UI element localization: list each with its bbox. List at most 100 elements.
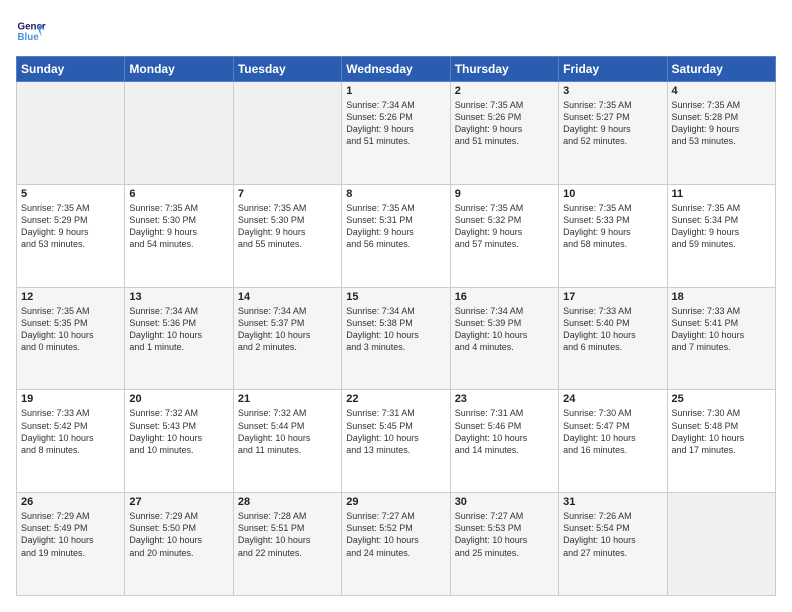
calendar-cell: 5 Sunrise: 7:35 AM Sunset: 5:29 PM Daylig… (17, 184, 125, 287)
day-number: 23 (455, 393, 554, 405)
day-number: 31 (563, 496, 662, 508)
weekday-header-friday: Friday (559, 57, 667, 82)
day-info: Sunrise: 7:35 AM Sunset: 5:27 PM Dayligh… (563, 99, 662, 148)
day-info: Sunrise: 7:34 AM Sunset: 5:36 PM Dayligh… (129, 305, 228, 354)
day-number: 30 (455, 496, 554, 508)
calendar-cell (233, 82, 341, 185)
day-info: Sunrise: 7:27 AM Sunset: 5:52 PM Dayligh… (346, 510, 445, 559)
calendar-cell: 22Sunrise: 7:31 AM Sunset: 5:45 PM Dayli… (342, 390, 450, 493)
calendar-cell: 7Sunrise: 7:35 AM Sunset: 5:30 PM Daylig… (233, 184, 341, 287)
calendar-cell: 1 Sunrise: 7:34 AM Sunset: 5:26 PM Daylig… (342, 82, 450, 185)
calendar-cell: 20 Sunrise: 7:32 AM Sunset: 5:43 PM Dayli… (125, 390, 233, 493)
week-row-3: 12 Sunrise: 7:35 AM Sunset: 5:35 PM Dayli… (17, 287, 776, 390)
calendar-cell: 28 Sunrise: 7:28 AM Sunset: 5:51 PM Dayli… (233, 493, 341, 596)
day-info: Sunrise: 7:35 AM Sunset: 5:33 PM Dayligh… (563, 202, 662, 251)
weekday-header-row: SundayMondayTuesdayWednesdayThursdayFrid… (17, 57, 776, 82)
calendar-cell: 10 Sunrise: 7:35 AM Sunset: 5:33 PM Dayli… (559, 184, 667, 287)
day-number: 17 (563, 291, 662, 303)
calendar-cell: 29Sunrise: 7:27 AM Sunset: 5:52 PM Dayli… (342, 493, 450, 596)
day-info: Sunrise: 7:31 AM Sunset: 5:46 PM Dayligh… (455, 407, 554, 456)
day-number: 20 (129, 393, 228, 405)
calendar-cell: 3Sunrise: 7:35 AM Sunset: 5:27 PM Daylig… (559, 82, 667, 185)
day-number: 24 (563, 393, 662, 405)
day-number: 22 (346, 393, 445, 405)
day-info: Sunrise: 7:33 AM Sunset: 5:42 PM Dayligh… (21, 407, 120, 456)
calendar-cell: 11Sunrise: 7:35 AM Sunset: 5:34 PM Dayli… (667, 184, 775, 287)
calendar-cell: 27Sunrise: 7:29 AM Sunset: 5:50 PM Dayli… (125, 493, 233, 596)
day-number: 5 (21, 188, 120, 200)
day-number: 10 (563, 188, 662, 200)
day-info: Sunrise: 7:32 AM Sunset: 5:44 PM Dayligh… (238, 407, 337, 456)
day-number: 21 (238, 393, 337, 405)
calendar-cell: 14 Sunrise: 7:34 AM Sunset: 5:37 PM Dayli… (233, 287, 341, 390)
day-info: Sunrise: 7:26 AM Sunset: 5:54 PM Dayligh… (563, 510, 662, 559)
weekday-header-monday: Monday (125, 57, 233, 82)
calendar-cell: 12 Sunrise: 7:35 AM Sunset: 5:35 PM Dayli… (17, 287, 125, 390)
day-number: 6 (129, 188, 228, 200)
day-info: Sunrise: 7:35 AM Sunset: 5:35 PM Dayligh… (21, 305, 120, 354)
calendar: SundayMondayTuesdayWednesdayThursdayFrid… (16, 56, 776, 596)
svg-text:Blue: Blue (18, 32, 40, 43)
day-number: 8 (346, 188, 445, 200)
day-info: Sunrise: 7:35 AM Sunset: 5:30 PM Dayligh… (129, 202, 228, 251)
day-info: Sunrise: 7:33 AM Sunset: 5:41 PM Dayligh… (672, 305, 771, 354)
day-info: Sunrise: 7:35 AM Sunset: 5:29 PM Dayligh… (21, 202, 120, 251)
day-info: Sunrise: 7:35 AM Sunset: 5:34 PM Dayligh… (672, 202, 771, 251)
day-number: 16 (455, 291, 554, 303)
day-number: 13 (129, 291, 228, 303)
week-row-1: 1 Sunrise: 7:34 AM Sunset: 5:26 PM Daylig… (17, 82, 776, 185)
calendar-cell: 15 Sunrise: 7:34 AM Sunset: 5:38 PM Dayli… (342, 287, 450, 390)
weekday-header-wednesday: Wednesday (342, 57, 450, 82)
calendar-cell: 23 Sunrise: 7:31 AM Sunset: 5:46 PM Dayli… (450, 390, 558, 493)
calendar-cell (125, 82, 233, 185)
day-info: Sunrise: 7:30 AM Sunset: 5:47 PM Dayligh… (563, 407, 662, 456)
weekday-header-saturday: Saturday (667, 57, 775, 82)
day-info: Sunrise: 7:34 AM Sunset: 5:26 PM Dayligh… (346, 99, 445, 148)
day-info: Sunrise: 7:28 AM Sunset: 5:51 PM Dayligh… (238, 510, 337, 559)
calendar-cell: 18 Sunrise: 7:33 AM Sunset: 5:41 PM Dayli… (667, 287, 775, 390)
day-number: 28 (238, 496, 337, 508)
day-number: 4 (672, 85, 771, 97)
day-info: Sunrise: 7:33 AM Sunset: 5:40 PM Dayligh… (563, 305, 662, 354)
day-number: 25 (672, 393, 771, 405)
calendar-cell: 13 Sunrise: 7:34 AM Sunset: 5:36 PM Dayli… (125, 287, 233, 390)
day-number: 18 (672, 291, 771, 303)
calendar-cell: 16Sunrise: 7:34 AM Sunset: 5:39 PM Dayli… (450, 287, 558, 390)
week-row-2: 5 Sunrise: 7:35 AM Sunset: 5:29 PM Daylig… (17, 184, 776, 287)
day-info: Sunrise: 7:35 AM Sunset: 5:30 PM Dayligh… (238, 202, 337, 251)
logo-icon: General Blue (16, 16, 46, 46)
day-number: 14 (238, 291, 337, 303)
day-number: 2 (455, 85, 554, 97)
calendar-cell (17, 82, 125, 185)
calendar-cell: 30 Sunrise: 7:27 AM Sunset: 5:53 PM Dayli… (450, 493, 558, 596)
calendar-cell: 25Sunrise: 7:30 AM Sunset: 5:48 PM Dayli… (667, 390, 775, 493)
weekday-header-sunday: Sunday (17, 57, 125, 82)
calendar-cell: 21 Sunrise: 7:32 AM Sunset: 5:44 PM Dayli… (233, 390, 341, 493)
day-number: 9 (455, 188, 554, 200)
day-info: Sunrise: 7:35 AM Sunset: 5:26 PM Dayligh… (455, 99, 554, 148)
calendar-cell: 9 Sunrise: 7:35 AM Sunset: 5:32 PM Daylig… (450, 184, 558, 287)
week-row-5: 26 Sunrise: 7:29 AM Sunset: 5:49 PM Dayli… (17, 493, 776, 596)
day-info: Sunrise: 7:34 AM Sunset: 5:38 PM Dayligh… (346, 305, 445, 354)
day-number: 15 (346, 291, 445, 303)
week-row-4: 19Sunrise: 7:33 AM Sunset: 5:42 PM Dayli… (17, 390, 776, 493)
day-info: Sunrise: 7:34 AM Sunset: 5:37 PM Dayligh… (238, 305, 337, 354)
header: General Blue (16, 16, 776, 46)
calendar-cell: 19Sunrise: 7:33 AM Sunset: 5:42 PM Dayli… (17, 390, 125, 493)
calendar-cell: 4Sunrise: 7:35 AM Sunset: 5:28 PM Daylig… (667, 82, 775, 185)
logo: General Blue (16, 16, 46, 46)
page: General Blue SundayMondayTuesdayWednesda… (0, 0, 792, 612)
day-info: Sunrise: 7:35 AM Sunset: 5:32 PM Dayligh… (455, 202, 554, 251)
calendar-cell: 8 Sunrise: 7:35 AM Sunset: 5:31 PM Daylig… (342, 184, 450, 287)
day-number: 26 (21, 496, 120, 508)
day-info: Sunrise: 7:29 AM Sunset: 5:49 PM Dayligh… (21, 510, 120, 559)
calendar-cell (667, 493, 775, 596)
calendar-cell: 6 Sunrise: 7:35 AM Sunset: 5:30 PM Daylig… (125, 184, 233, 287)
calendar-cell: 2 Sunrise: 7:35 AM Sunset: 5:26 PM Daylig… (450, 82, 558, 185)
day-number: 12 (21, 291, 120, 303)
day-info: Sunrise: 7:35 AM Sunset: 5:31 PM Dayligh… (346, 202, 445, 251)
weekday-header-tuesday: Tuesday (233, 57, 341, 82)
day-info: Sunrise: 7:27 AM Sunset: 5:53 PM Dayligh… (455, 510, 554, 559)
day-info: Sunrise: 7:32 AM Sunset: 5:43 PM Dayligh… (129, 407, 228, 456)
day-number: 1 (346, 85, 445, 97)
